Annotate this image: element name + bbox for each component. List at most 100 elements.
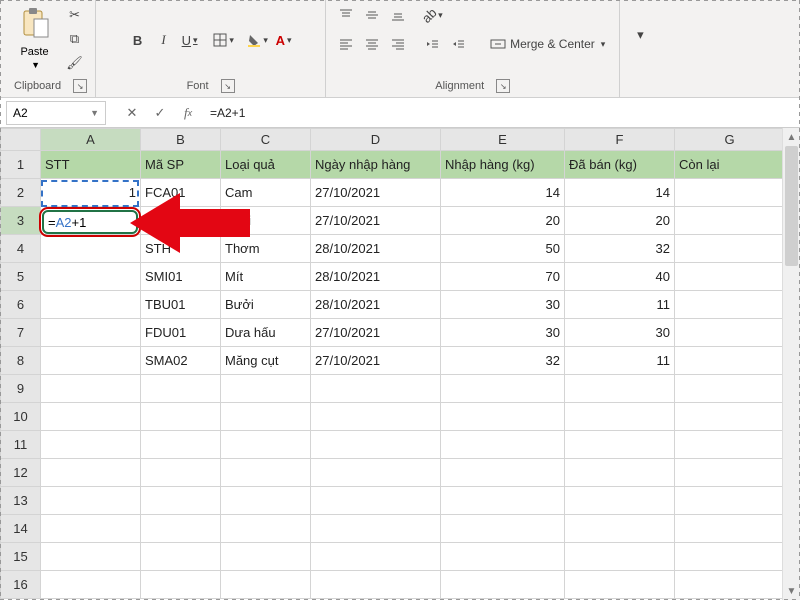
cell[interactable]: 30 [441, 319, 565, 347]
chevron-down-icon[interactable]: ▼ [31, 60, 40, 70]
cell[interactable]: Bưởi [221, 291, 311, 319]
increase-indent-button[interactable] [446, 33, 470, 55]
cell[interactable]: FDU01 [141, 319, 221, 347]
cell[interactable] [675, 207, 785, 235]
more-dropdown[interactable]: ▾ [628, 24, 652, 46]
col-header-E[interactable]: E [441, 129, 565, 151]
enter-formula-button[interactable]: ✓ [146, 101, 174, 125]
cell[interactable] [675, 319, 785, 347]
scroll-up-icon[interactable]: ▲ [783, 128, 800, 146]
col-header-D[interactable]: D [311, 129, 441, 151]
merge-center-button[interactable]: Merge & Center▾ [484, 33, 611, 55]
select-all-corner[interactable] [1, 129, 41, 151]
worksheet[interactable]: A B C D E F G 1 STT Mã SP Loại quả Ngày … [0, 128, 800, 600]
cell[interactable] [41, 235, 141, 263]
cell[interactable]: 30 [565, 319, 675, 347]
clipboard-dialog-launcher[interactable]: ↘ [73, 79, 87, 93]
cell-editor[interactable]: =A2+1 [42, 210, 138, 234]
cell[interactable]: STH [141, 235, 221, 263]
col-header-C[interactable]: C [221, 129, 311, 151]
row-header-13[interactable]: 13 [1, 487, 41, 515]
cell[interactable] [41, 263, 141, 291]
cell[interactable]: 11 [565, 291, 675, 319]
row-header-11[interactable]: 11 [1, 431, 41, 459]
align-top-button[interactable] [334, 4, 358, 26]
cell[interactable] [675, 263, 785, 291]
cancel-formula-button[interactable]: ✕ [118, 101, 146, 125]
row-header-5[interactable]: 5 [1, 263, 41, 291]
cell[interactable]: STT [41, 151, 141, 179]
cell[interactable]: 11 [565, 347, 675, 375]
cell[interactable]: SMI01 [141, 263, 221, 291]
fill-color-button[interactable]: ▾ [246, 29, 270, 51]
row-header-14[interactable]: 14 [1, 515, 41, 543]
alignment-dialog-launcher[interactable]: ↘ [496, 79, 510, 93]
cell[interactable] [675, 347, 785, 375]
cell[interactable]: 27/10/2021 [311, 347, 441, 375]
cell[interactable]: Cam [221, 179, 311, 207]
row-header-16[interactable]: 16 [1, 571, 41, 599]
cell[interactable]: Thơm [221, 235, 311, 263]
font-color-button[interactable]: A▾ [272, 29, 296, 51]
cell[interactable]: 1 [41, 179, 141, 207]
insert-function-button[interactable]: fx [174, 101, 202, 125]
row-header-9[interactable]: 9 [1, 375, 41, 403]
cell[interactable]: 32 [441, 347, 565, 375]
cell[interactable]: Đã bán (kg) [565, 151, 675, 179]
scroll-down-icon[interactable]: ▼ [783, 582, 800, 600]
cell[interactable]: 27/10/2021 [311, 207, 441, 235]
col-header-G[interactable]: G [675, 129, 785, 151]
cell[interactable]: 28/10/2021 [311, 263, 441, 291]
cell[interactable]: TXO [141, 207, 221, 235]
cell[interactable]: TBU01 [141, 291, 221, 319]
formula-input[interactable]: =A2+1 [202, 106, 800, 120]
row-header-7[interactable]: 7 [1, 319, 41, 347]
cell[interactable] [675, 291, 785, 319]
row-header-15[interactable]: 15 [1, 543, 41, 571]
col-header-A[interactable]: A [41, 129, 141, 151]
cell[interactable]: 28/10/2021 [311, 235, 441, 263]
orientation-button[interactable]: ab▾ [420, 4, 444, 26]
row-header-12[interactable]: 12 [1, 459, 41, 487]
row-header-8[interactable]: 8 [1, 347, 41, 375]
cell[interactable]: 28/10/2021 [311, 291, 441, 319]
cell[interactable] [41, 347, 141, 375]
align-left-button[interactable] [334, 33, 358, 55]
cell[interactable]: 30 [441, 291, 565, 319]
align-middle-button[interactable] [360, 4, 384, 26]
cell[interactable]: 32 [565, 235, 675, 263]
cell[interactable]: Dưa hấu [221, 319, 311, 347]
col-header-B[interactable]: B [141, 129, 221, 151]
cell[interactable] [41, 291, 141, 319]
cell[interactable]: 50 [441, 235, 565, 263]
cell[interactable]: Măng cụt [221, 347, 311, 375]
format-painter-button[interactable]: 🖌 [63, 52, 87, 74]
cell[interactable]: Mít [221, 263, 311, 291]
cell[interactable] [41, 319, 141, 347]
cell[interactable]: 14 [565, 179, 675, 207]
cut-button[interactable]: ✂ [63, 4, 87, 26]
vertical-scrollbar[interactable]: ▲ ▼ [782, 128, 800, 600]
cell[interactable]: 20 [441, 207, 565, 235]
cell[interactable]: 70 [441, 263, 565, 291]
align-center-button[interactable] [360, 33, 384, 55]
cell[interactable]: 40 [565, 263, 675, 291]
row-header-1[interactable]: 1 [1, 151, 41, 179]
cell[interactable]: Loại quả [221, 151, 311, 179]
chevron-down-icon[interactable]: ▼ [90, 108, 99, 118]
scroll-thumb[interactable] [785, 146, 798, 266]
cell[interactable]: Ngày nhập hàng [311, 151, 441, 179]
row-header-6[interactable]: 6 [1, 291, 41, 319]
name-box[interactable]: A2▼ [6, 101, 106, 125]
bold-button[interactable]: B [126, 29, 150, 51]
paste-button[interactable] [15, 4, 55, 44]
align-right-button[interactable] [386, 33, 410, 55]
font-dialog-launcher[interactable]: ↘ [221, 79, 235, 93]
cell[interactable]: 27/10/2021 [311, 319, 441, 347]
cell[interactable]: Còn lại [675, 151, 785, 179]
align-bottom-button[interactable] [386, 4, 410, 26]
cell[interactable]: 14 [441, 179, 565, 207]
underline-button[interactable]: U▾ [178, 29, 202, 51]
row-header-10[interactable]: 10 [1, 403, 41, 431]
italic-button[interactable]: I [152, 29, 176, 51]
